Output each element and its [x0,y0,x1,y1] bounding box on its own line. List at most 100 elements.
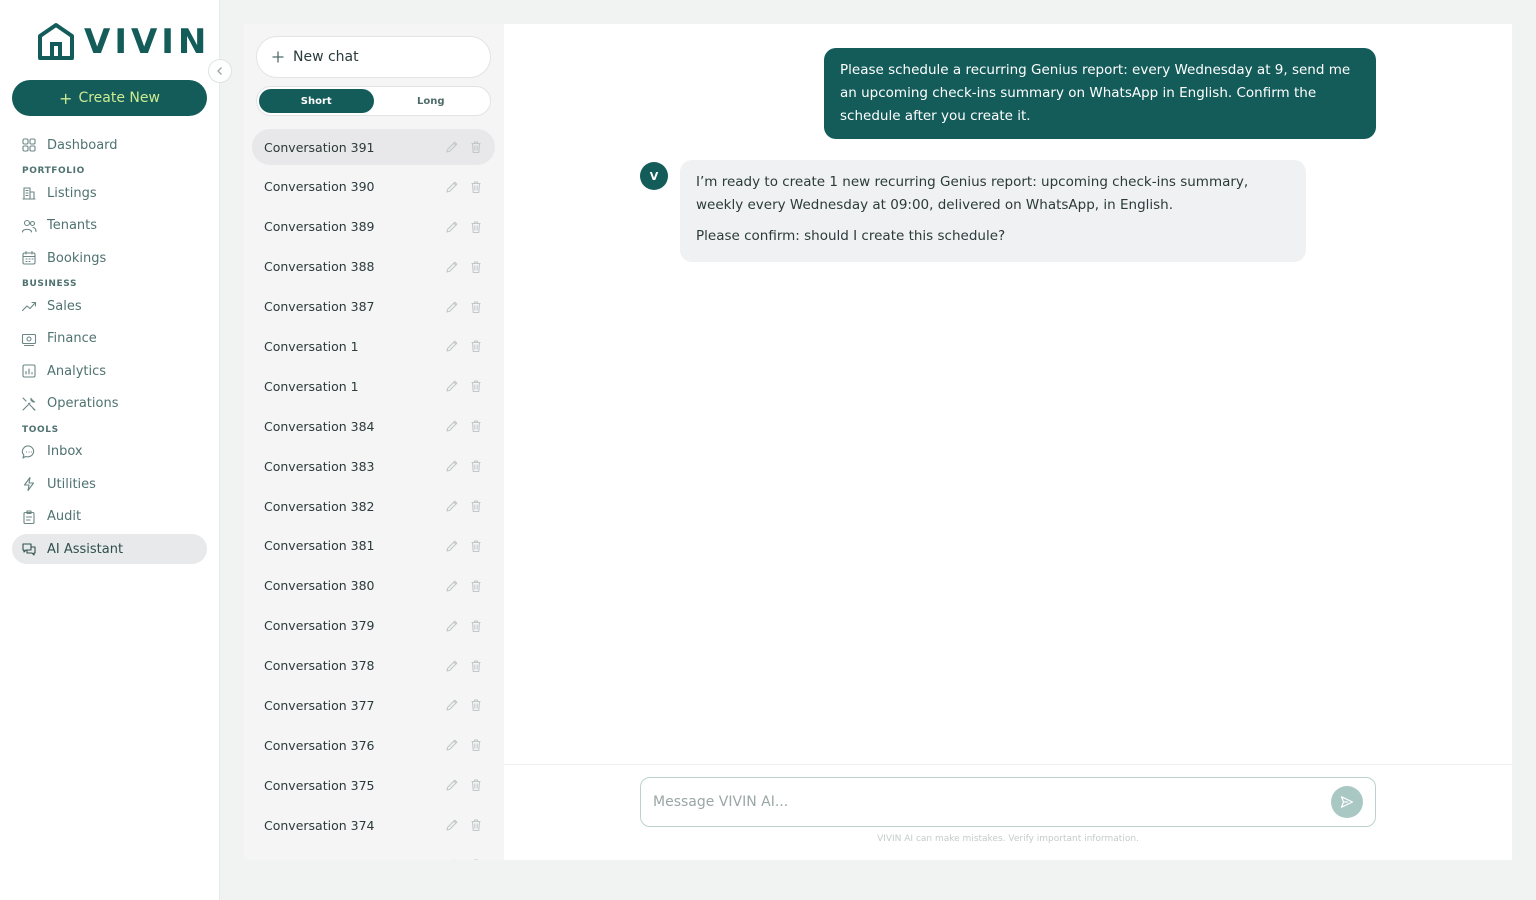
trash-icon[interactable] [469,659,483,673]
conversation-actions [445,220,483,234]
sidebar-item-utilities[interactable]: Utilities [12,469,207,499]
trash-icon[interactable] [469,180,483,194]
conversation-title: Conversation 387 [264,299,375,315]
sidebar-item-dashboard[interactable]: Dashboard [12,130,207,160]
conversation-item[interactable]: Conversation 374 [252,807,495,843]
conversation-actions [445,778,483,792]
conversation-title: Conversation 377 [264,697,375,713]
sidebar-item-ai-assistant[interactable]: AI Assistant [12,534,207,564]
conversation-item[interactable]: Conversation 391 [252,129,495,165]
pencil-icon[interactable] [445,778,459,792]
sidebar-item-audit[interactable]: Audit [12,502,207,532]
collapse-sidebar-button[interactable] [208,59,232,83]
conversation-title: Conversation 390 [264,179,375,195]
chat-bubble-icon [21,444,35,459]
trash-icon[interactable] [469,738,483,752]
conversation-item[interactable]: Conversation 379 [252,608,495,644]
conversation-item[interactable]: Conversation 377 [252,687,495,723]
pencil-icon[interactable] [445,738,459,752]
pencil-icon[interactable] [445,419,459,433]
new-chat-label: New chat [293,49,359,65]
trash-icon[interactable] [469,858,483,860]
conversation-item[interactable]: Conversation 382 [252,488,495,524]
pencil-icon[interactable] [445,300,459,314]
toggle-long[interactable]: Long [374,89,489,113]
plus-icon: + [59,88,73,108]
user-message: Please schedule a recurring Genius repor… [824,48,1376,139]
sidebar-item-label: Operations [47,396,119,411]
pencil-icon[interactable] [445,539,459,553]
pencil-icon[interactable] [445,579,459,593]
trash-icon[interactable] [469,619,483,633]
conversation-actions [445,379,483,393]
toggle-short[interactable]: Short [259,89,374,113]
conversation-item[interactable]: Conversation 389 [252,209,495,245]
pencil-icon[interactable] [445,260,459,274]
conversation-item[interactable]: Conversation 388 [252,249,495,285]
trash-icon[interactable] [469,220,483,234]
tools-icon [22,396,36,411]
trash-icon[interactable] [469,818,483,832]
pencil-icon[interactable] [445,379,459,393]
sidebar-item-listings[interactable]: Listings [12,178,207,208]
conversation-item[interactable]: Conversation 384 [252,408,495,444]
assistant-message-paragraph: Please confirm: should I create this sch… [696,228,1006,244]
conversation-title: Conversation 376 [264,737,375,753]
logo[interactable]: VIVIN [36,22,210,62]
conversation-item[interactable]: Conversation 378 [252,648,495,684]
pencil-icon[interactable] [445,140,459,154]
sidebar-item-tenants[interactable]: Tenants [12,211,207,241]
send-button[interactable] [1331,786,1363,818]
pencil-icon[interactable] [445,818,459,832]
trash-icon[interactable] [469,379,483,393]
trash-icon[interactable] [469,419,483,433]
pencil-icon[interactable] [445,698,459,712]
pencil-icon[interactable] [445,339,459,353]
conversation-item[interactable]: Conversation 390 [252,169,495,205]
trash-icon[interactable] [469,778,483,792]
trash-icon[interactable] [469,579,483,593]
message-input[interactable] [653,794,1331,810]
pencil-icon[interactable] [445,659,459,673]
conversation-item[interactable]: Conversation 1 [252,328,495,364]
sidebar-item-inbox[interactable]: Inbox [12,437,207,467]
conversation-item[interactable]: Conversation 387 [252,289,495,325]
conversation-item[interactable]: Conversation 383 [252,448,495,484]
sidebar-item-sales[interactable]: Sales [12,291,207,321]
sidebar-item-finance[interactable]: Finance [12,324,207,354]
conversation-item[interactable] [252,847,495,860]
assistant-avatar: V [640,162,668,190]
pencil-icon[interactable] [445,459,459,473]
trash-icon[interactable] [469,339,483,353]
trash-icon[interactable] [469,459,483,473]
conversation-actions [445,180,483,194]
create-new-button[interactable]: + Create New [12,80,207,116]
new-chat-button[interactable]: New chat [256,36,491,78]
trash-icon[interactable] [469,260,483,274]
conversation-actions [445,738,483,752]
trash-icon[interactable] [469,698,483,712]
conversation-item[interactable]: Conversation 1 [252,368,495,404]
ai-chat-icon [22,543,36,556]
conversation-panel: New chat Short Long Conversation 391 Conv… [244,24,504,860]
sidebar-item-label: Dashboard [47,137,118,153]
pencil-icon[interactable] [445,619,459,633]
trash-icon[interactable] [469,499,483,513]
pencil-icon[interactable] [445,858,459,860]
conversation-item[interactable]: Conversation 381 [252,528,495,564]
pencil-icon[interactable] [445,499,459,513]
trash-icon[interactable] [469,539,483,553]
trash-icon[interactable] [469,300,483,314]
sidebar-item-bookings[interactable]: Bookings [12,243,207,273]
pencil-icon[interactable] [445,180,459,194]
conversation-actions [445,619,483,633]
conversation-item[interactable]: Conversation 380 [252,568,495,604]
conversation-item[interactable]: Conversation 375 [252,767,495,803]
pencil-icon[interactable] [445,220,459,234]
sidebar-item-analytics[interactable]: Analytics [12,356,207,386]
conversation-item[interactable]: Conversation 376 [252,727,495,763]
conversation-actions [445,818,483,832]
conversation-actions [445,579,483,593]
trash-icon[interactable] [469,140,483,154]
sidebar-item-operations[interactable]: Operations [12,389,207,419]
